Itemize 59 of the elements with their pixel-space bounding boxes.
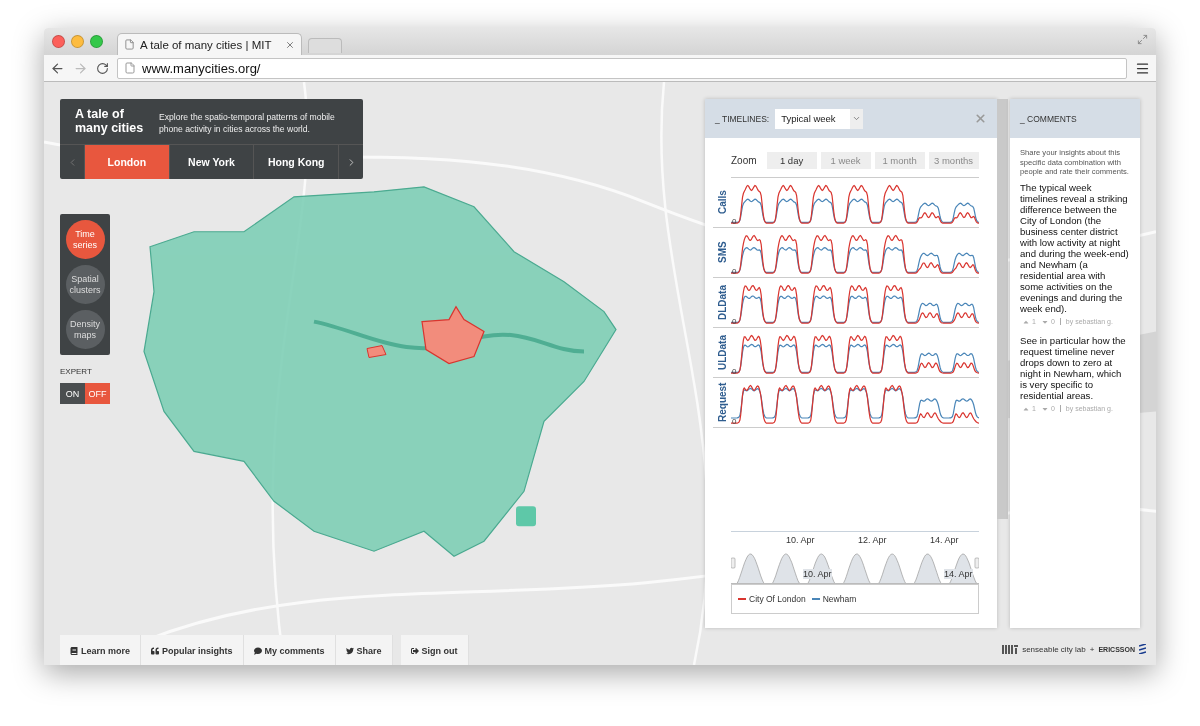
window-controls-icon[interactable] bbox=[52, 35, 103, 48]
page-icon bbox=[124, 62, 136, 74]
plus-sign: + bbox=[1089, 644, 1095, 654]
chart-label: DLData bbox=[715, 284, 729, 322]
chart-label: ULData bbox=[715, 334, 729, 372]
lab-logo-icon bbox=[1002, 644, 1019, 654]
mode-button[interactable]: Spatial clusters bbox=[65, 265, 105, 304]
chart-label: Request bbox=[715, 381, 729, 425]
sign-out-icon bbox=[410, 646, 419, 655]
chart-label: SMS bbox=[715, 240, 729, 266]
book-icon bbox=[70, 646, 78, 655]
fullscreen-icon[interactable] bbox=[1137, 34, 1148, 45]
city-tab[interactable]: London bbox=[84, 145, 169, 179]
axis-label: 0 bbox=[732, 217, 737, 226]
expert-label: EXPERT bbox=[60, 367, 92, 376]
lab-name: senseable city lab bbox=[1022, 644, 1086, 654]
zoom-button[interactable]: 1 day bbox=[766, 152, 817, 169]
forward-icon[interactable] bbox=[73, 60, 88, 76]
twitter-icon bbox=[345, 646, 354, 655]
axis-label: 0 bbox=[732, 267, 737, 276]
date-label: 14. Apr bbox=[930, 535, 959, 545]
toggle-option[interactable]: ON bbox=[60, 383, 85, 404]
menu-icon[interactable] bbox=[1135, 60, 1150, 76]
city-tab[interactable]: New York bbox=[168, 145, 254, 179]
mode-button[interactable]: Density maps bbox=[65, 310, 105, 349]
browser-tab[interactable]: A tale of many cities | MIT bbox=[117, 33, 302, 55]
app-title: A tale of many cities bbox=[75, 107, 145, 135]
address-field[interactable]: www.manycities.org/ bbox=[117, 57, 1127, 79]
axis-label: 0 bbox=[732, 417, 737, 426]
legend-label: Newham bbox=[822, 594, 857, 604]
comment-icon bbox=[253, 646, 262, 655]
caret-icon bbox=[849, 108, 863, 129]
date-label: 12. Apr bbox=[858, 535, 887, 545]
close-icon[interactable] bbox=[974, 112, 987, 125]
timeline-dropdown[interactable]: Typical week bbox=[775, 108, 863, 129]
city-tab[interactable]: Hong Kong bbox=[253, 145, 338, 179]
date-label: 10. Apr bbox=[786, 535, 815, 545]
back-icon[interactable] bbox=[50, 60, 65, 76]
comment-text: See in particular how the request timeline never drops down to zero at night in Newham, which is very specific to residential areas. bbox=[1020, 334, 1127, 401]
mode-button[interactable]: Time series bbox=[65, 220, 105, 259]
axis-label: 0 bbox=[732, 367, 737, 376]
date-label: 10. Apr bbox=[803, 569, 832, 579]
legend-label: City Of London bbox=[749, 594, 806, 604]
page-icon bbox=[124, 39, 135, 50]
close-icon[interactable] bbox=[285, 39, 295, 50]
chart-label: Calls bbox=[715, 189, 729, 217]
comment-text: The typical week timelines reveal a striking difference between the City of London (the business center district with low activity at night and during the week-end) and Newham (a residential area with some activities on the evenings and during the week end). bbox=[1020, 181, 1130, 314]
new-tab-button[interactable] bbox=[308, 38, 342, 53]
partner-logo-icon bbox=[1139, 644, 1146, 654]
panel-title: _ TIMELINES: bbox=[715, 113, 770, 124]
scrollbar[interactable] bbox=[997, 99, 1008, 519]
reload-icon[interactable] bbox=[96, 61, 109, 75]
app-description: Explore the spatio-temporal patterns of mobile phone activity in cities across the world. bbox=[159, 111, 336, 135]
toggle-option[interactable]: OFF bbox=[85, 383, 110, 404]
axis-label: 0 bbox=[732, 317, 737, 326]
zoom-label: Zoom bbox=[731, 155, 757, 166]
panel-title: _ COMMENTS bbox=[1020, 113, 1077, 124]
quote-icon bbox=[151, 646, 160, 655]
date-label: 14. Apr bbox=[944, 569, 973, 579]
